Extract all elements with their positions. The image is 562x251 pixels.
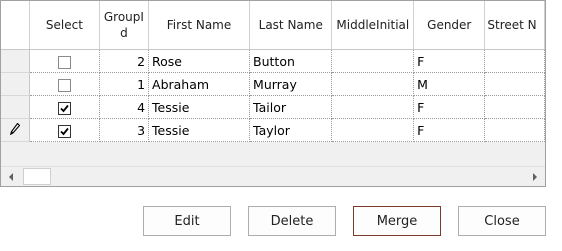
scroll-right-arrow-icon[interactable] [525, 167, 545, 186]
select-checkbox[interactable] [57, 101, 71, 115]
cell-gender[interactable]: F [413, 95, 486, 119]
cell-gender[interactable]: F [413, 118, 486, 142]
horizontal-scrollbar[interactable] [1, 166, 545, 186]
column-header-select[interactable]: Select [29, 1, 100, 50]
cell-groupid[interactable]: 2 [99, 49, 150, 73]
select-checkbox[interactable] [57, 55, 71, 69]
select-checkbox[interactable] [57, 124, 71, 138]
pencil-icon [9, 122, 21, 138]
cell-gender[interactable]: M [413, 72, 486, 96]
select-checkbox[interactable] [57, 78, 71, 92]
cell-street[interactable] [484, 95, 545, 119]
cell-last-name[interactable]: Tailor [249, 95, 333, 119]
column-header-gender[interactable]: Gender [413, 1, 486, 50]
column-header-groupid[interactable]: GroupId [99, 1, 150, 50]
row-header[interactable] [1, 95, 31, 119]
merge-button[interactable]: Merge [353, 206, 441, 236]
cell-last-name[interactable]: Button [249, 49, 333, 73]
grid-body: Select GroupId First Name Last Name Midd… [1, 1, 545, 166]
cell-groupid[interactable]: 4 [99, 95, 150, 119]
close-button[interactable]: Close [458, 206, 546, 236]
table-row[interactable]: 3 Tessie Taylor F [1, 118, 545, 142]
cell-last-name[interactable]: Murray [249, 72, 333, 96]
table-row[interactable]: 1 Abraham Murray M [1, 72, 545, 96]
row-header[interactable] [1, 118, 31, 142]
select-cell[interactable] [29, 49, 100, 73]
grid-corner-header[interactable] [1, 1, 31, 50]
select-cell[interactable] [29, 95, 100, 119]
cell-middle-initial[interactable] [331, 118, 415, 142]
delete-button[interactable]: Delete [248, 206, 336, 236]
cell-last-name[interactable]: Taylor [249, 118, 333, 142]
cell-middle-initial[interactable] [331, 95, 415, 119]
checkmark-icon [60, 127, 69, 135]
column-header-first-name[interactable]: First Name [148, 1, 251, 50]
select-cell[interactable] [29, 118, 100, 142]
cell-first-name[interactable]: Abraham [148, 72, 251, 96]
checkmark-icon [60, 104, 69, 112]
column-header-last-name[interactable]: Last Name [249, 1, 333, 50]
cell-street[interactable] [484, 72, 545, 96]
column-header-street[interactable]: Street N [484, 1, 545, 50]
select-cell[interactable] [29, 72, 100, 96]
cell-first-name[interactable]: Tessie [148, 95, 251, 119]
data-grid[interactable]: Select GroupId First Name Last Name Midd… [0, 0, 546, 187]
cell-street[interactable] [484, 49, 545, 73]
table-row[interactable]: 4 Tessie Tailor F [1, 95, 545, 119]
row-header[interactable] [1, 72, 31, 96]
cell-groupid[interactable]: 3 [99, 118, 150, 142]
column-header-middle-initial[interactable]: MiddleInitial [331, 1, 415, 50]
cell-middle-initial[interactable] [331, 49, 415, 73]
edit-button[interactable]: Edit [143, 206, 231, 236]
table-row[interactable]: 2 Rose Button F [1, 49, 545, 73]
cell-middle-initial[interactable] [331, 72, 415, 96]
grid-table: Select GroupId First Name Last Name Midd… [1, 1, 545, 142]
cell-first-name[interactable]: Rose [148, 49, 251, 73]
cell-street[interactable] [484, 118, 545, 142]
scroll-left-arrow-icon[interactable] [1, 167, 21, 186]
cell-groupid[interactable]: 1 [99, 72, 150, 96]
row-header[interactable] [1, 49, 31, 73]
cell-gender[interactable]: F [413, 49, 486, 73]
scrollbar-thumb[interactable] [23, 168, 51, 185]
cell-first-name[interactable]: Tessie [148, 118, 251, 142]
